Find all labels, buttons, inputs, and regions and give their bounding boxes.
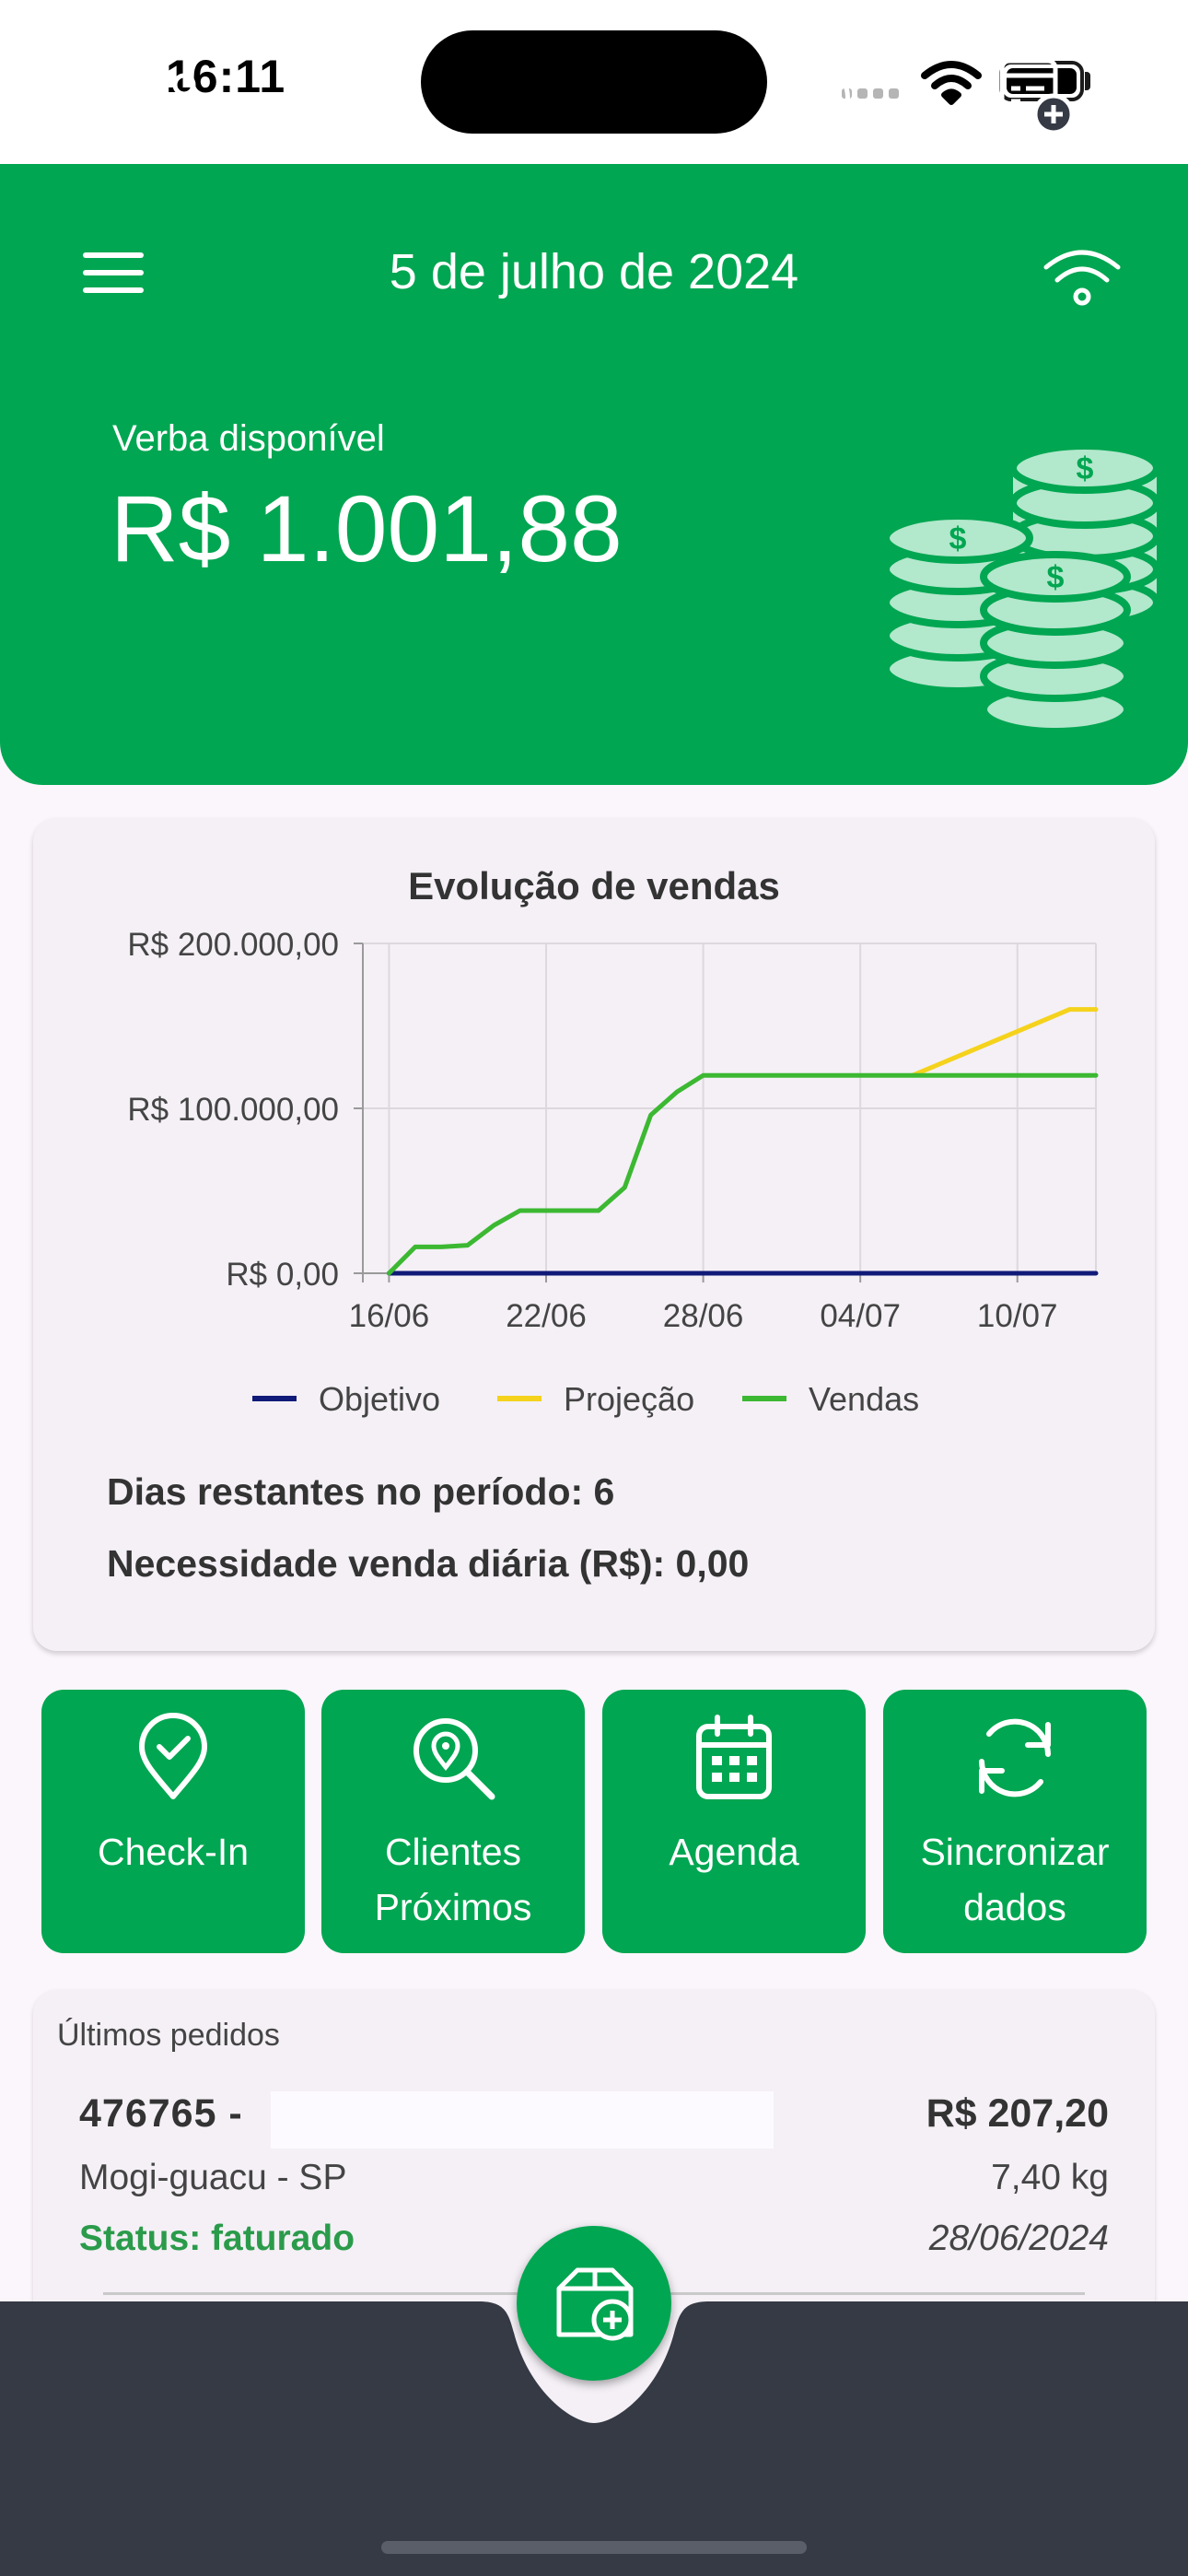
recent-orders-title: Últimos pedidos bbox=[57, 2018, 280, 2053]
battery-tip bbox=[1085, 72, 1090, 90]
wifi-icon bbox=[921, 61, 982, 105]
box-add-icon bbox=[556, 2267, 634, 2341]
coins-icon: $ $ $ bbox=[884, 450, 1160, 735]
series-line-vendas bbox=[386, 1072, 1099, 1276]
order-date: 28/06/2024 bbox=[928, 2219, 1109, 2258]
x-tick-label: 10/07 bbox=[977, 1298, 1058, 1334]
legend-label: Objetivo bbox=[319, 1380, 440, 1418]
svg-text:$: $ bbox=[1047, 560, 1065, 595]
y-tick-label: R$ 100.000,00 bbox=[127, 1092, 339, 1128]
series-line-projeção bbox=[910, 1007, 1099, 1078]
x-tick-label: 04/07 bbox=[820, 1298, 901, 1334]
map-pin-check-icon bbox=[139, 1713, 207, 1799]
clients-icon[interactable] bbox=[105, 55, 206, 138]
nearby-clients-label: Clientes Próximos bbox=[374, 1831, 532, 1928]
y-tick-label: R$ 200.000,00 bbox=[127, 927, 339, 963]
history-icon[interactable] bbox=[764, 55, 866, 138]
agenda-label: Agenda bbox=[669, 1831, 799, 1873]
verba-label: Verba disponível bbox=[112, 418, 385, 459]
new-order-fab[interactable] bbox=[517, 2226, 671, 2381]
header-date: 5 de julho de 2024 bbox=[389, 244, 799, 299]
order-status: Status: faturado bbox=[79, 2219, 355, 2258]
sync-icon bbox=[979, 1718, 1051, 1797]
order-city: Mogi-guacu - SP bbox=[79, 2158, 347, 2197]
daily-sales-need: Necessidade venda diária (R$): 0,00 bbox=[107, 1542, 750, 1585]
svg-text:$: $ bbox=[1077, 451, 1094, 486]
verba-value: R$ 1.001,88 bbox=[111, 476, 623, 581]
calendar-icon bbox=[696, 1715, 772, 1799]
order-value: R$ 207,20 bbox=[926, 2091, 1109, 2136]
x-tick-label: 28/06 bbox=[663, 1298, 744, 1334]
sync-data-button[interactable]: Sincronizar dados bbox=[883, 1690, 1147, 1953]
check-in-button[interactable]: Check-In bbox=[41, 1690, 305, 1953]
agenda-button[interactable]: Agenda bbox=[602, 1690, 866, 1953]
sales-chart-card: Evolução de vendas R$ 0,00 R$ 100.000,00 R… bbox=[33, 818, 1155, 1651]
legend-label: Vendas bbox=[809, 1380, 919, 1418]
add-report-icon[interactable] bbox=[984, 55, 1085, 138]
document-icon[interactable] bbox=[324, 55, 425, 138]
sync-data-label: Sincronizar dados bbox=[920, 1831, 1110, 1928]
wifi-status-icon[interactable] bbox=[1041, 245, 1124, 306]
header: 5 de julho de 2024 Verba disponível R$ 1… bbox=[0, 164, 1188, 785]
remaining-days: Dias restantes no período: 6 bbox=[107, 1470, 615, 1513]
check-in-label: Check-In bbox=[97, 1831, 250, 1873]
dynamic-island bbox=[421, 30, 767, 134]
location-search-icon bbox=[413, 1718, 495, 1800]
legend-label: Projeção bbox=[564, 1380, 694, 1418]
x-tick-label: 22/06 bbox=[506, 1298, 587, 1334]
order-number: 476765 - bbox=[79, 2091, 243, 2136]
x-tick-label: 16/06 bbox=[349, 1298, 430, 1334]
client-name-redacted bbox=[271, 2091, 774, 2149]
y-tick-label: R$ 0,00 bbox=[226, 1257, 339, 1293]
svg-text:$: $ bbox=[949, 521, 967, 556]
sales-chart: R$ 0,00 R$ 100.000,00 R$ 200.000,00 16/06 22… bbox=[127, 927, 1099, 1418]
order-weight: 7,40 kg bbox=[991, 2158, 1109, 2197]
nearby-clients-button[interactable]: Clientes Próximos bbox=[321, 1690, 585, 1953]
home-indicator bbox=[381, 2541, 807, 2554]
